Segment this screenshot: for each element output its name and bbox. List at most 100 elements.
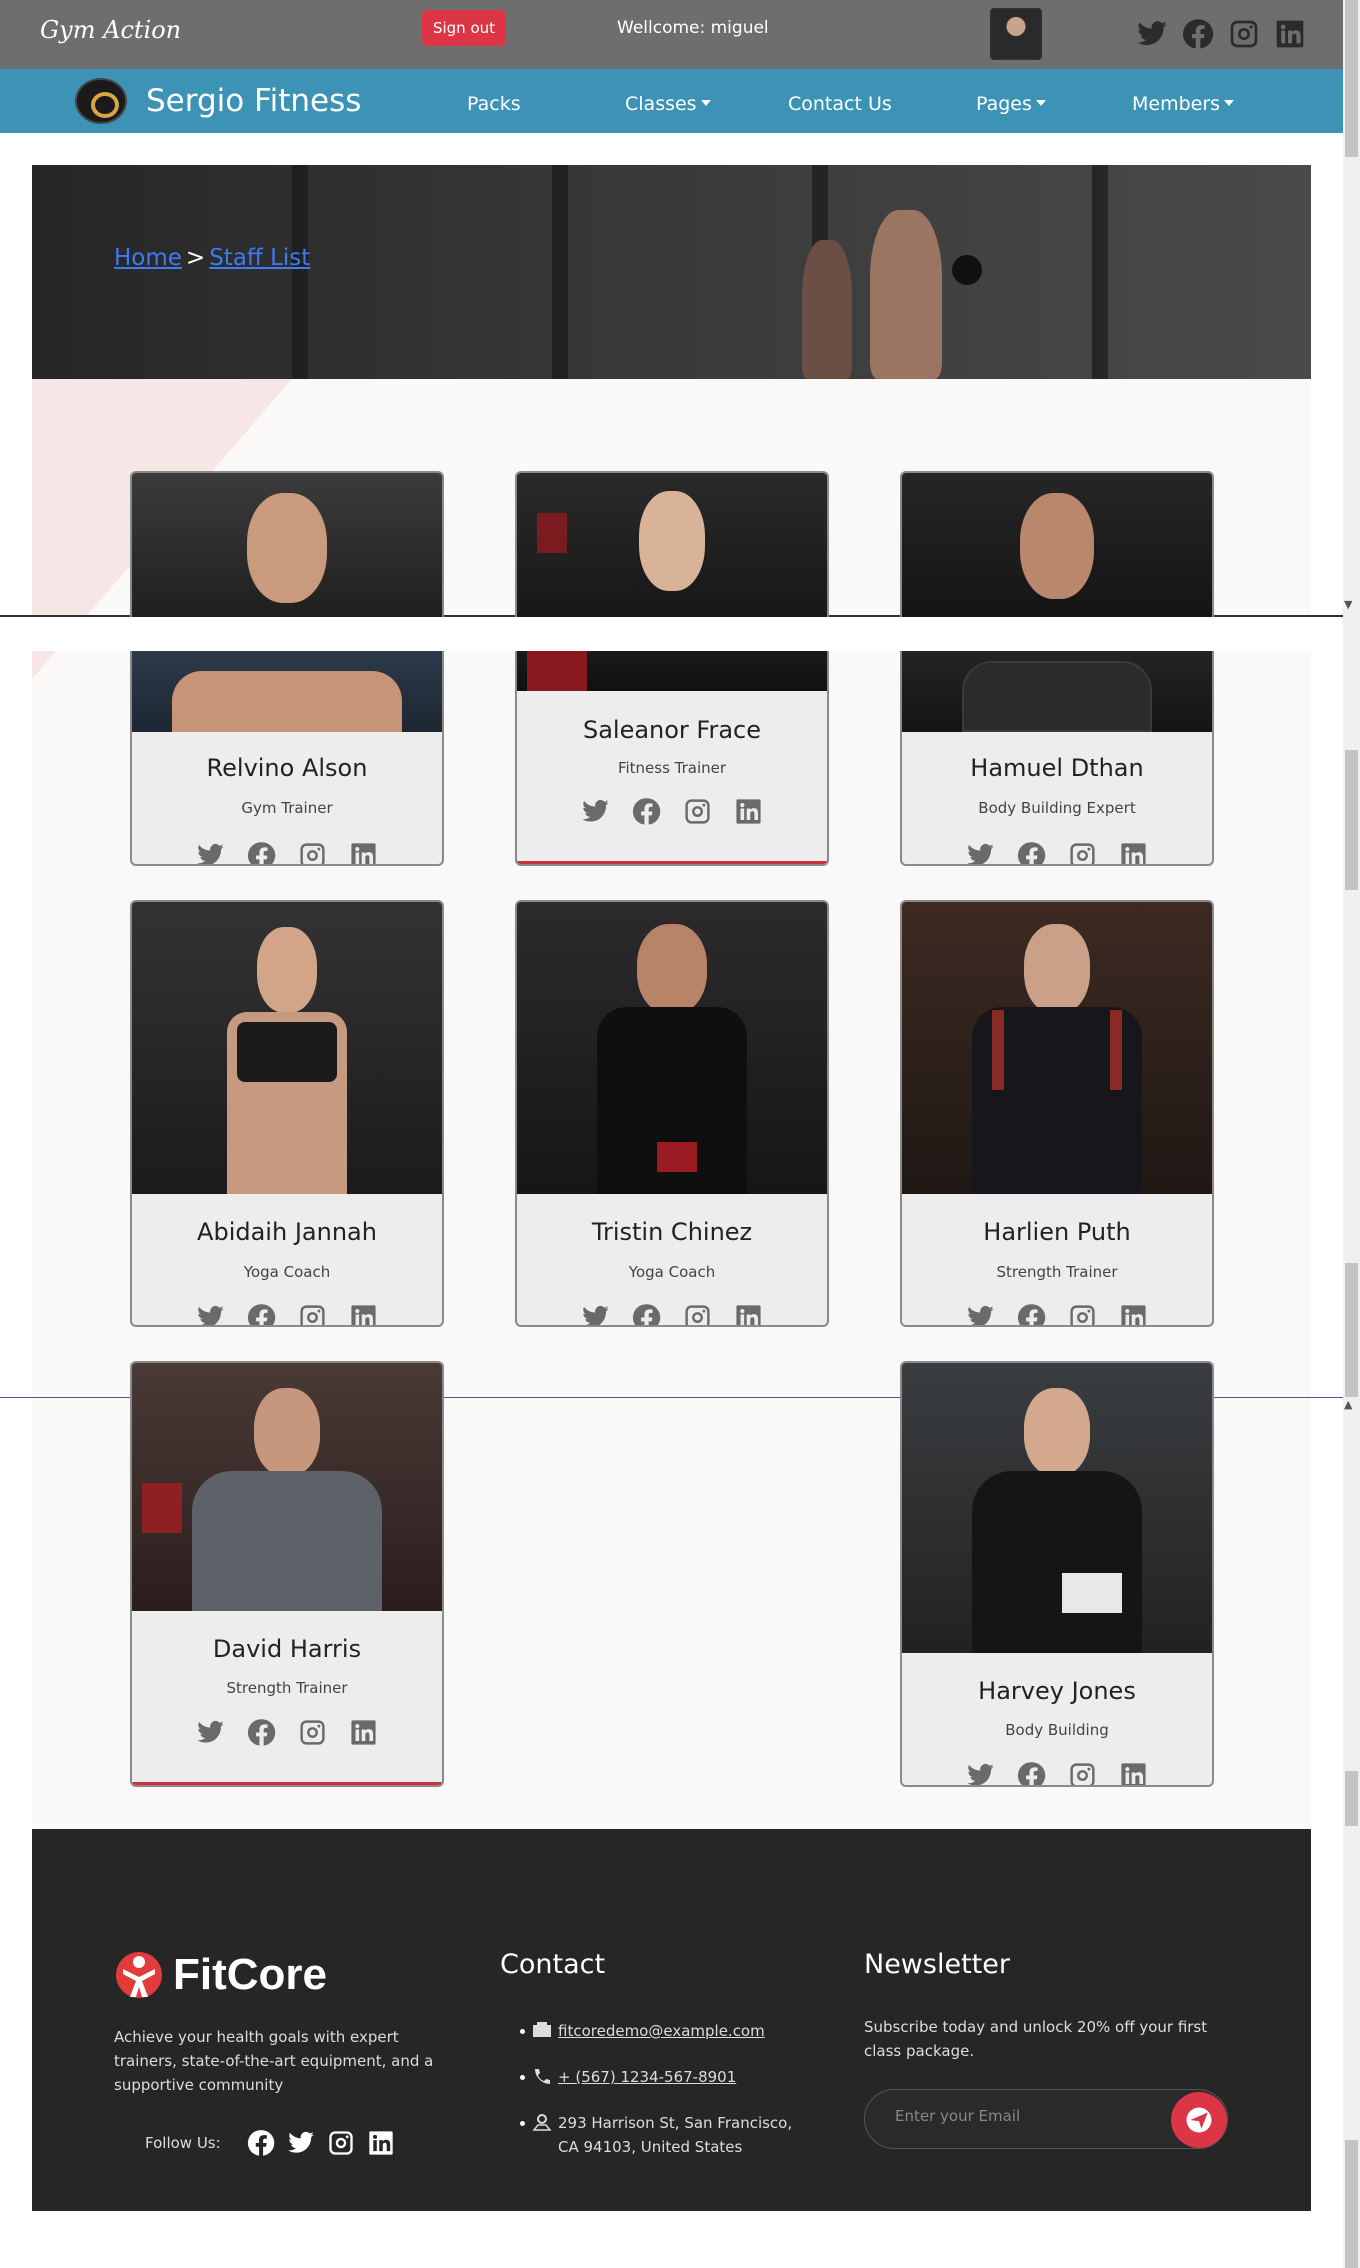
scroll-down-arrow-icon[interactable]: ▼ [1344,598,1352,611]
nav-item-classes[interactable]: Classes [625,93,711,115]
nav-item-pages[interactable]: Pages [976,93,1046,115]
breadcrumb-home-link[interactable]: Home [114,245,182,271]
facebook-icon[interactable] [1017,1303,1046,1327]
staff-card-top [900,471,1214,617]
instagram-icon[interactable] [327,2129,355,2157]
linkedin-icon[interactable] [1274,18,1306,50]
user-avatar[interactable] [990,8,1042,60]
staff-card: Harlien Puth Strength Trainer [900,900,1214,1327]
newsletter-heading: Newsletter [864,1949,1010,1980]
linkedin-icon[interactable] [349,1303,378,1327]
facebook-icon[interactable] [632,797,661,826]
page-hero-banner [32,165,1311,379]
linkedin-icon[interactable] [1119,841,1148,866]
instagram-icon[interactable] [1068,1303,1097,1327]
scrollbar-thumb[interactable] [1345,0,1358,157]
facebook-icon[interactable] [247,1718,276,1747]
breadcrumb-separator: > [185,245,206,271]
instagram-icon[interactable] [298,1303,327,1327]
twitter-icon[interactable] [581,1303,610,1327]
scrollbar-thumb[interactable] [1345,750,1358,890]
linkedin-icon[interactable] [349,1718,378,1747]
linkedin-icon[interactable] [1119,1761,1148,1787]
linkedin-icon[interactable] [1119,1303,1148,1327]
facebook-icon[interactable] [247,841,276,866]
staff-role: Yoga Coach [243,1263,331,1281]
staff-photo [902,1363,1212,1653]
staff-role: Strength Trainer [996,1263,1118,1281]
instagram-icon[interactable] [1228,18,1260,50]
linkedin-icon[interactable] [367,2129,395,2157]
staff-photo [902,651,1212,732]
staff-photo [132,473,442,617]
twitter-icon[interactable] [196,841,225,866]
contact-email[interactable]: fitcoredemo@example.com [520,2019,810,2043]
staff-social-links [902,1303,1212,1327]
staff-name: Relvino Alson [206,754,368,782]
welcome-text: Wellcome: miguel [617,18,769,38]
linkedin-icon[interactable] [349,841,378,866]
contact-phone[interactable]: + (567) 1234-567-8901 [520,2065,810,2089]
twitter-icon[interactable] [287,2129,315,2157]
twitter-icon[interactable] [196,1303,225,1327]
twitter-icon[interactable] [966,1303,995,1327]
staff-social-links [517,1303,827,1327]
staff-name: Tristin Chinez [591,1218,753,1246]
footer-logo[interactable]: FitCore [115,1947,327,2003]
segment-gap [0,617,1343,651]
site-logo[interactable] [75,78,127,124]
facebook-icon[interactable] [1017,841,1046,866]
facebook-icon[interactable] [247,1303,276,1327]
twitter-icon[interactable] [966,841,995,866]
nav-item-members[interactable]: Members [1132,93,1235,115]
twitter-icon[interactable] [966,1761,995,1787]
staff-card: Hamuel Dthan Body Building Expert [900,651,1214,866]
staff-role: Body Building [1005,1721,1109,1739]
scrollbar-thumb[interactable] [1345,1263,1358,1397]
nav-item-contact[interactable]: Contact Us [788,93,892,115]
staff-card: David Harris Strength Trainer [130,1361,444,1787]
staff-name: Saleanor Frace [582,716,762,744]
footer-brand: FitCore [173,1950,327,1999]
staff-photo [517,473,827,617]
staff-card: Harvey Jones Body Building [900,1361,1214,1787]
staff-photo [132,902,442,1194]
staff-photo [902,473,1212,617]
twitter-icon[interactable] [581,797,610,826]
twitter-icon[interactable] [1136,18,1168,50]
sign-out-button[interactable]: Sign out [422,10,506,46]
staff-card-top [515,471,829,617]
instagram-icon[interactable] [683,1303,712,1327]
newsletter-email-input[interactable] [893,2106,1143,2126]
navbar-brand[interactable]: Sergio Fitness [146,83,361,119]
breadcrumb: Home > Staff List [114,245,310,271]
facebook-icon[interactable] [632,1303,661,1327]
instagram-icon[interactable] [1068,841,1097,866]
facebook-icon[interactable] [1182,18,1214,50]
staff-name: Hamuel Dthan [970,754,1144,782]
staff-card-top [130,471,444,617]
staff-name: David Harris [212,1635,362,1663]
instagram-icon[interactable] [1068,1761,1097,1787]
scrollbar-track[interactable] [1343,0,1360,2268]
newsletter-submit-button[interactable] [1171,2092,1227,2148]
scrollbar-thumb[interactable] [1345,2140,1358,2268]
linkedin-icon[interactable] [734,1303,763,1327]
footer-social-links: Follow Us: [145,2129,395,2157]
card-accent-bar [132,1782,442,1785]
instagram-icon[interactable] [298,1718,327,1747]
card-accent-bar [517,861,827,864]
facebook-icon[interactable] [1017,1761,1046,1787]
instagram-icon[interactable] [298,841,327,866]
staff-role: Yoga Coach [628,1263,716,1281]
scrollbar-thumb[interactable] [1345,1771,1358,1826]
breadcrumb-current-link[interactable]: Staff List [209,245,310,271]
staff-role: Body Building Expert [978,799,1136,817]
nav-item-packs[interactable]: Packs [467,93,521,115]
twitter-icon[interactable] [196,1718,225,1747]
instagram-icon[interactable] [683,797,712,826]
linkedin-icon[interactable] [734,797,763,826]
facebook-icon[interactable] [247,2129,275,2157]
scroll-up-arrow-icon[interactable]: ▲ [1344,1398,1352,1411]
staff-role: Fitness Trainer [617,759,727,777]
